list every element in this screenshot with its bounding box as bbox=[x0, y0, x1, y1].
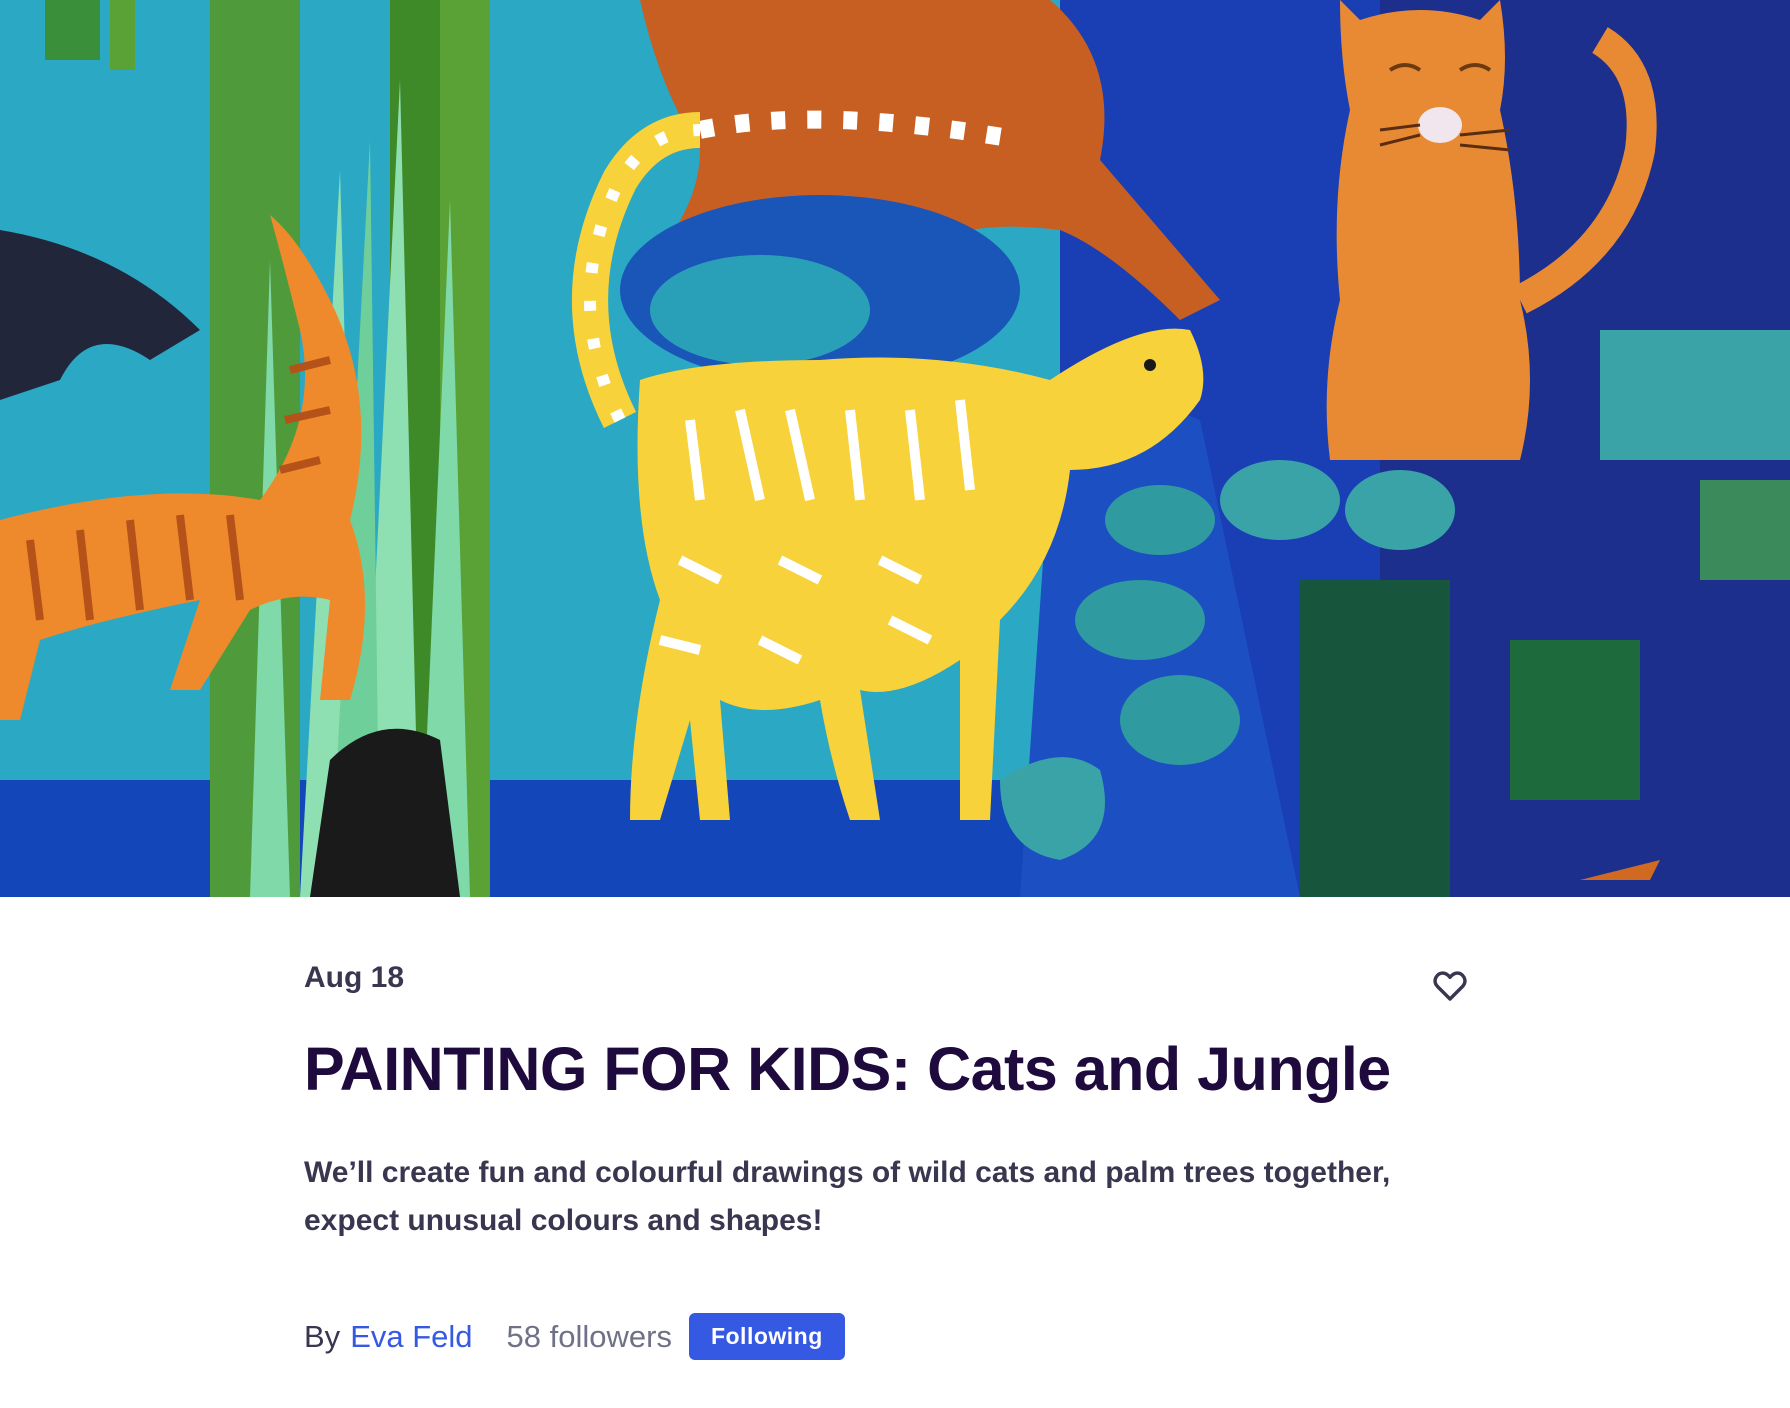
following-button[interactable]: Following bbox=[688, 1313, 845, 1361]
like-button[interactable] bbox=[1428, 964, 1472, 1008]
heart-outline-icon bbox=[1433, 971, 1467, 1001]
event-summary: We’ll create fun and colourful drawings … bbox=[304, 1156, 1391, 1238]
organizer-followers-count: 58 followers bbox=[506, 1318, 672, 1354]
organizer-row: By Eva Feld 58 followers Following bbox=[304, 1313, 1464, 1361]
event-title: PAINTING FOR KIDS: Cats and Jungle bbox=[304, 1035, 1391, 1103]
event-hero-image bbox=[0, 0, 1790, 897]
organizer-name-link[interactable]: Eva Feld bbox=[350, 1319, 472, 1355]
organizer-by-label: By bbox=[304, 1318, 341, 1354]
event-details: Aug 18 PAINTING FOR KIDS: Cats and Jungl… bbox=[304, 960, 1467, 1361]
event-date: Aug 18 bbox=[304, 961, 405, 994]
event-page: Aug 18 PAINTING FOR KIDS: Cats and Jungl… bbox=[0, 0, 1790, 1408]
painting-cats-jungle-image bbox=[0, 0, 1790, 897]
